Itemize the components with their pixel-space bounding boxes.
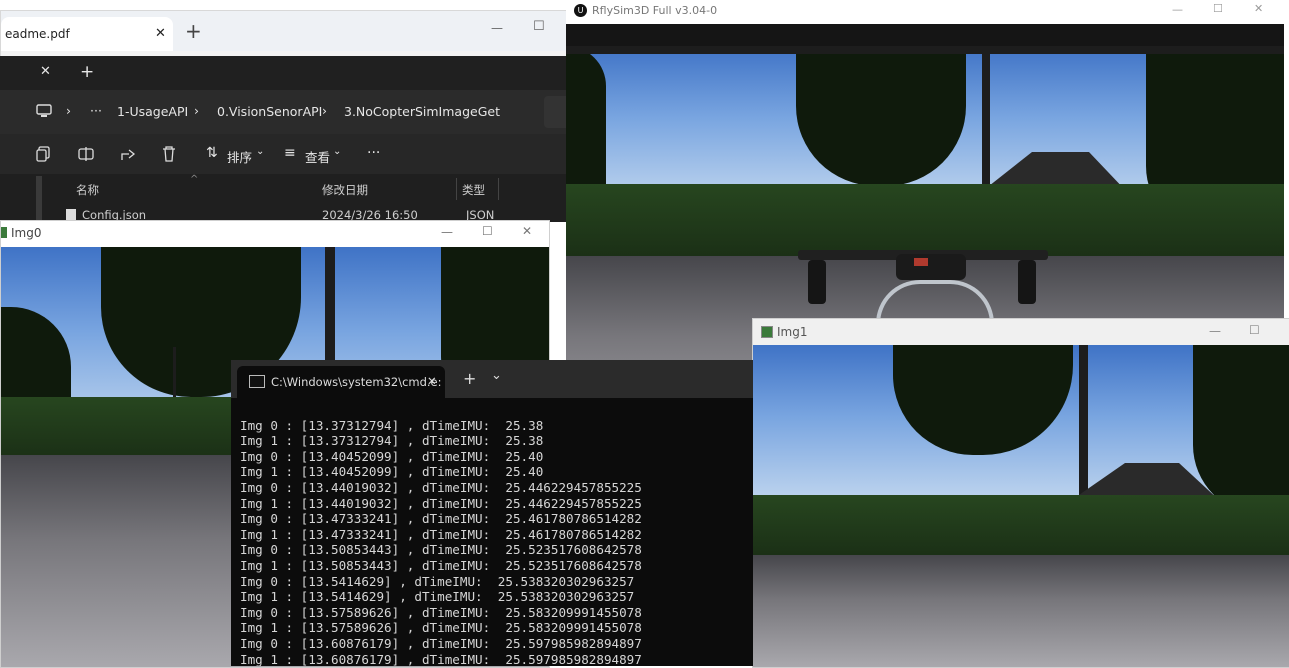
maximize-icon[interactable]: ☐	[533, 19, 545, 34]
console-line: Img 0 : [13.40452099] , dTimeIMU: 25.40	[240, 448, 544, 464]
sort-button[interactable]: 排序	[227, 147, 252, 166]
column-header: 名称 ^ 修改日期 类型	[0, 174, 568, 222]
trash-icon[interactable]	[162, 146, 176, 162]
console-line: Img 0 : [13.37312794] , dTimeIMU: 25.38	[240, 417, 544, 433]
chevron-down-icon: ⌄	[256, 146, 265, 157]
console-line: Img 1 : [13.37312794] , dTimeIMU: 25.38	[240, 433, 544, 449]
img1-title-bar: Img1 — ☐	[753, 319, 1289, 345]
chevron-right-icon: ›	[322, 103, 327, 118]
unreal-logo-icon: U	[574, 4, 587, 17]
minimize-icon[interactable]: —	[1209, 324, 1221, 338]
pdf-tab-title: eadme.pdf	[5, 27, 70, 41]
chevron-down-icon[interactable]: ⌄	[491, 368, 502, 383]
close-icon[interactable]: ✕	[427, 374, 437, 388]
more-options-icon[interactable]: ···	[367, 145, 380, 161]
more-path-icon[interactable]: ···	[90, 103, 102, 118]
rflysim-title-bar: U RflySim3D Full v3.04-0 — ☐ ✕	[566, 0, 1284, 24]
img1-window[interactable]: Img1 — ☐	[752, 318, 1289, 668]
column-name[interactable]: 名称	[76, 182, 99, 198]
pdf-tab[interactable]: eadme.pdf ✕	[1, 17, 173, 51]
console-line: Img 1 : [13.40452099] , dTimeIMU: 25.40	[240, 464, 544, 480]
console-line: Img 0 : [13.44019032] , dTimeIMU: 25.446…	[240, 479, 642, 495]
console-line: Img 1 : [13.5414629] , dTimeIMU: 25.5383…	[240, 589, 635, 605]
column-date[interactable]: 修改日期	[322, 182, 368, 198]
new-tab-icon[interactable]: +	[185, 19, 202, 43]
search-box[interactable]	[544, 96, 568, 128]
console-line: Img 0 : [13.5414629] , dTimeIMU: 25.5383…	[240, 573, 635, 589]
console-line: Img 1 : [13.44019032] , dTimeIMU: 25.446…	[240, 495, 642, 511]
view-icon[interactable]: ≡	[284, 145, 296, 161]
minimize-icon[interactable]: —	[1172, 3, 1183, 16]
sort-icon[interactable]: ⇅	[206, 145, 218, 161]
breadcrumb-item[interactable]: 3.NoCopterSimImageGet	[344, 104, 500, 119]
close-icon[interactable]: ✕	[1254, 2, 1263, 15]
maximize-icon[interactable]: ☐	[482, 224, 493, 238]
address-bar[interactable]: › ··· 1-UsageAPI › 0.VisionSenorAPI › 3.…	[0, 90, 568, 134]
maximize-icon[interactable]: ☐	[1213, 2, 1223, 15]
new-tab-icon[interactable]: +	[463, 369, 476, 388]
console-line: Img 0 : [13.50853443] , dTimeIMU: 25.523…	[240, 542, 642, 558]
close-icon[interactable]: ✕	[40, 64, 51, 79]
monitor-icon	[36, 104, 52, 117]
chevron-right-icon: ›	[194, 103, 199, 118]
console-line: Img 0 : [13.57589626] , dTimeIMU: 25.583…	[240, 604, 642, 620]
view-button[interactable]: 查看	[305, 147, 330, 166]
cmd-tab-bar: C:\Windows\system32\cmd.e: ✕ + ⌄	[231, 360, 753, 398]
minimize-icon[interactable]: —	[441, 225, 453, 239]
terminal-icon	[249, 375, 265, 388]
rflysim-title: RflySim3D Full v3.04-0	[592, 4, 718, 17]
console-line: Img 1 : [13.47333241] , dTimeIMU: 25.461…	[240, 526, 642, 542]
breadcrumb-item[interactable]: 0.VisionSenorAPI	[217, 104, 322, 119]
column-type[interactable]: 类型	[462, 182, 485, 198]
rename-icon[interactable]	[78, 146, 94, 162]
close-icon[interactable]: ✕	[155, 26, 166, 41]
console-line: Img 1 : [13.57589626] , dTimeIMU: 25.583…	[240, 620, 642, 636]
share-icon[interactable]	[120, 146, 136, 162]
copy-icon[interactable]	[36, 146, 50, 162]
explorer-toolbar: ⇅ 排序 ⌄ ≡ 查看 ⌄ ···	[0, 134, 568, 174]
file-explorer-window[interactable]: ✕ + › ··· 1-UsageAPI › 0.VisionSenorAPI …	[0, 56, 568, 222]
window-icon	[1, 227, 7, 238]
sort-arrow-icon: ^	[190, 174, 199, 185]
console-line: Img 0 : [13.60876179] , dTimeIMU: 25.597…	[240, 635, 642, 651]
cmd-window[interactable]: C:\Windows\system32\cmd.e: ✕ + ⌄ Img 0 :…	[231, 360, 753, 666]
new-tab-icon[interactable]: +	[80, 62, 94, 82]
console-line: Img 1 : [13.50853443] , dTimeIMU: 25.523…	[240, 557, 642, 573]
img0-title: Img0	[11, 226, 42, 240]
pdf-tab-bar: eadme.pdf ✕ + — ☐	[1, 11, 571, 51]
breadcrumb-item[interactable]: 1-UsageAPI	[117, 104, 188, 119]
img1-title: Img1	[777, 325, 808, 339]
console-line: Img 1 : [13.60876179] , dTimeIMU: 25.597…	[240, 651, 642, 667]
close-icon[interactable]: ✕	[522, 224, 532, 238]
chevron-down-icon: ⌄	[333, 146, 342, 157]
cmd-tab-title: C:\Windows\system32\cmd.e:	[271, 375, 442, 389]
maximize-icon[interactable]: ☐	[1249, 323, 1260, 337]
console-line: Img 0 : [13.47333241] , dTimeIMU: 25.461…	[240, 511, 642, 527]
window-icon	[761, 326, 773, 338]
console-output[interactable]: Img 0 : [13.37312794] , dTimeIMU: 25.38 I…	[240, 402, 642, 666]
chevron-right-icon: ›	[66, 103, 71, 118]
minimize-icon[interactable]: —	[491, 21, 503, 35]
img0-title-bar: Img0 — ☐ ✕	[1, 221, 549, 247]
img1-image	[753, 345, 1289, 667]
cmd-tab[interactable]: C:\Windows\system32\cmd.e: ✕	[237, 366, 445, 398]
explorer-tab-bar: ✕ +	[0, 56, 568, 90]
